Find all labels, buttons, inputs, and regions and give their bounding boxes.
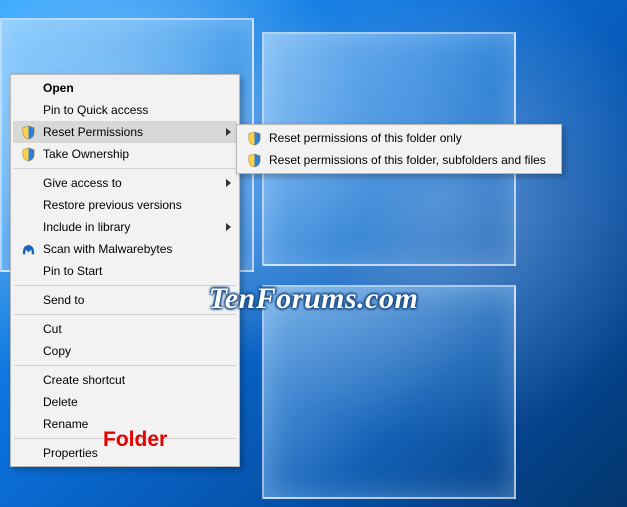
menu-item-scan-malwarebytes[interactable]: Scan with Malwarebytes (13, 238, 237, 260)
submenu-arrow-icon (226, 296, 231, 304)
menu-separator (14, 314, 236, 315)
menu-item-label: Give access to (43, 176, 122, 190)
menu-item-reset-permissions[interactable]: Reset Permissions (13, 121, 237, 143)
menu-item-cut[interactable]: Cut (13, 318, 237, 340)
shield-icon (245, 151, 263, 169)
menu-item-label: Cut (43, 322, 62, 336)
menu-item-label: Include in library (43, 220, 130, 234)
menu-item-give-access-to[interactable]: Give access to (13, 172, 237, 194)
menu-item-label: Delete (43, 395, 78, 409)
submenu-item-reset-folder-only[interactable]: Reset permissions of this folder only (239, 127, 559, 149)
submenu-item-reset-folder-subfolders-files[interactable]: Reset permissions of this folder, subfol… (239, 149, 559, 171)
menu-item-take-ownership[interactable]: Take Ownership (13, 143, 237, 165)
menu-item-label: Properties (43, 446, 98, 460)
menu-item-label: Pin to Quick access (43, 103, 148, 117)
menu-item-pin-quick-access[interactable]: Pin to Quick access (13, 99, 237, 121)
menu-item-label: Restore previous versions (43, 198, 182, 212)
menu-item-label: Open (43, 81, 74, 95)
menu-item-include-in-library[interactable]: Include in library (13, 216, 237, 238)
submenu-arrow-icon (226, 179, 231, 187)
context-submenu-reset-permissions: Reset permissions of this folder only Re… (236, 124, 562, 174)
menu-item-label: Send to (43, 293, 84, 307)
menu-item-copy[interactable]: Copy (13, 340, 237, 362)
shield-icon (19, 123, 37, 141)
menu-item-restore-previous-versions[interactable]: Restore previous versions (13, 194, 237, 216)
menu-item-pin-to-start[interactable]: Pin to Start (13, 260, 237, 282)
shield-icon (245, 129, 263, 147)
menu-separator (14, 285, 236, 286)
menu-item-label: Reset permissions of this folder, subfol… (269, 153, 546, 167)
malwarebytes-icon (19, 240, 37, 258)
menu-item-rename[interactable]: Rename (13, 413, 237, 435)
menu-item-label: Take Ownership (43, 147, 129, 161)
menu-item-label: Copy (43, 344, 71, 358)
menu-item-create-shortcut[interactable]: Create shortcut (13, 369, 237, 391)
menu-item-label: Rename (43, 417, 88, 431)
decorative-pane (262, 285, 516, 499)
menu-separator (14, 438, 236, 439)
menu-item-label: Create shortcut (43, 373, 125, 387)
submenu-arrow-icon (226, 223, 231, 231)
menu-item-label: Reset permissions of this folder only (269, 131, 462, 145)
menu-item-label: Pin to Start (43, 264, 102, 278)
context-menu: Open Pin to Quick access Reset Permissio… (10, 74, 240, 467)
desktop-background: Open Pin to Quick access Reset Permissio… (0, 0, 627, 507)
menu-item-properties[interactable]: Properties (13, 442, 237, 464)
menu-item-label: Scan with Malwarebytes (43, 242, 172, 256)
menu-separator (14, 168, 236, 169)
submenu-arrow-icon (226, 128, 231, 136)
menu-separator (14, 365, 236, 366)
shield-icon (19, 145, 37, 163)
menu-item-delete[interactable]: Delete (13, 391, 237, 413)
menu-item-label: Reset Permissions (43, 125, 143, 139)
menu-item-send-to[interactable]: Send to (13, 289, 237, 311)
menu-item-open[interactable]: Open (13, 77, 237, 99)
